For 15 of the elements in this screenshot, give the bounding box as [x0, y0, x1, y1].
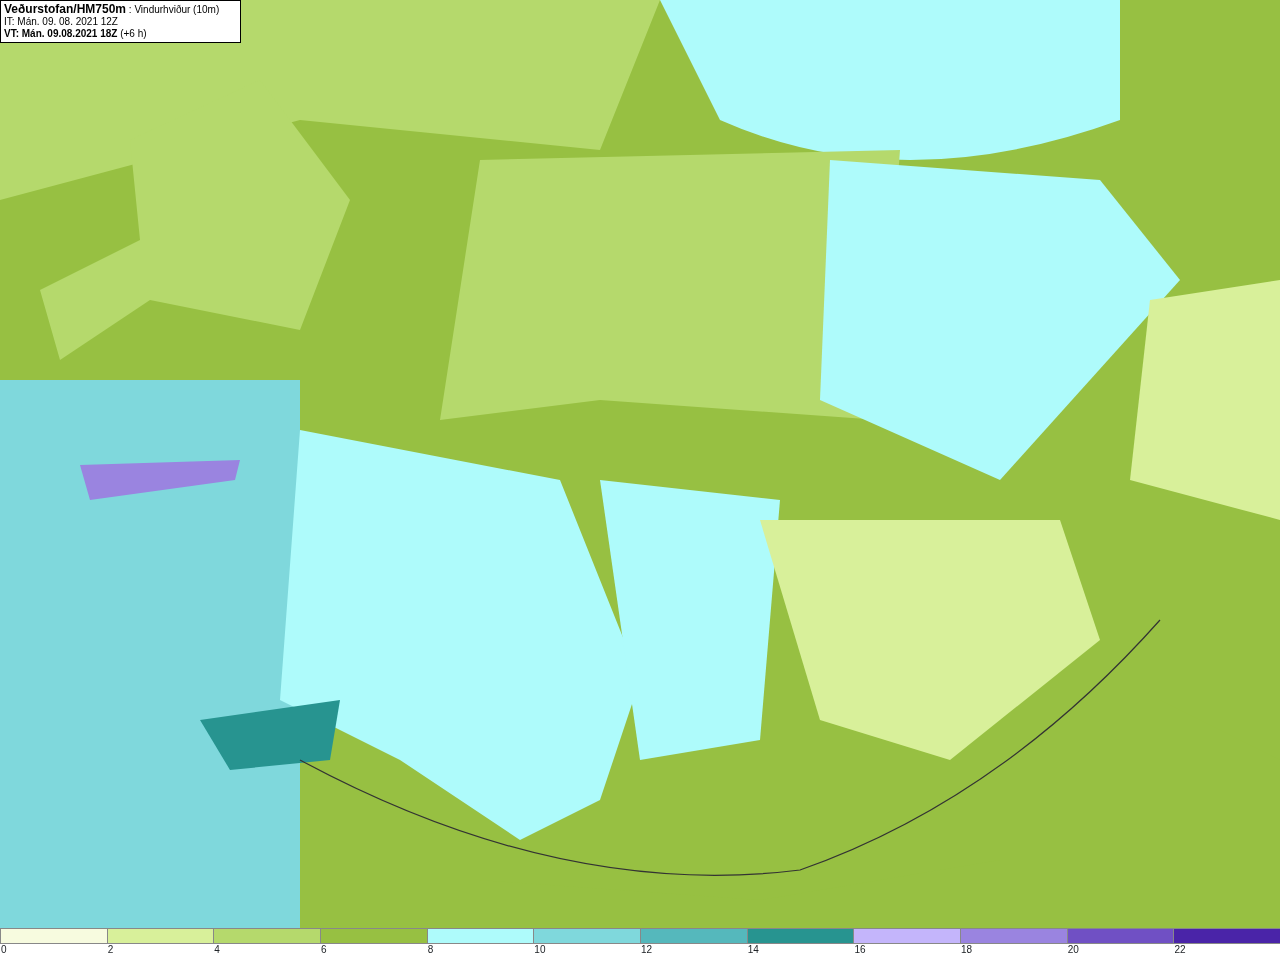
legend-label: 16 — [853, 944, 866, 956]
legend-label: 4 — [213, 944, 220, 956]
legend-label: 6 — [320, 944, 327, 956]
legend-label: 14 — [746, 944, 759, 956]
valid-time: VT: Mán. 09.08.2021 18Z (+6 h) — [4, 28, 148, 40]
legend-label: 22 — [1173, 944, 1186, 956]
legend-label: 2 — [106, 944, 114, 956]
chart-title: Veðurstofan/HM750m : Vindurhviður (10m) — [4, 3, 221, 16]
legend-label: 0 — [0, 944, 7, 956]
legend-label: 18 — [960, 944, 973, 956]
legend-label: 12 — [640, 944, 653, 956]
initial-time: IT: Mán. 09. 08. 2021 12Z — [4, 16, 119, 28]
legend-label: 8 — [426, 944, 434, 956]
legend-label: 10 — [533, 944, 546, 956]
legend-label: 20 — [1066, 944, 1079, 956]
